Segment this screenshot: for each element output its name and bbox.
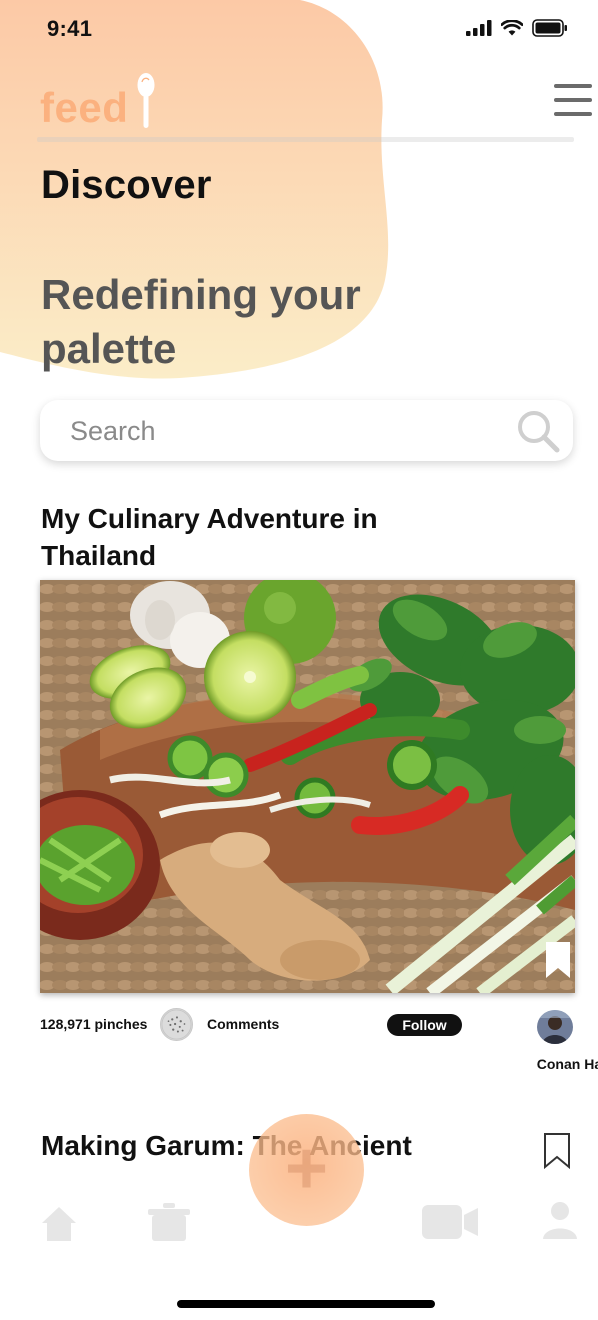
header-divider [37,137,574,142]
wifi-icon [501,20,523,36]
battery-icon [532,19,567,37]
author-name[interactable]: Conan Harr [492,1056,598,1072]
post-title[interactable]: My Culinary Adventure in Thailand [41,500,461,574]
bookmark-icon[interactable] [546,942,570,978]
spoon-icon [137,73,155,128]
tagline: Redefining your palette [41,271,361,372]
menu-line [554,98,592,102]
search-bar[interactable]: Search [40,400,573,461]
add-icon: + [284,1126,329,1210]
profile-icon[interactable] [542,1201,578,1239]
search-input[interactable]: Search [70,416,156,447]
status-icons [466,19,568,37]
logo-text: feed [40,84,129,131]
page-title: Discover [41,163,212,207]
signal-icon [466,20,492,36]
menu-line [554,112,592,116]
hamburger-menu-icon[interactable] [554,84,592,118]
avatar[interactable] [537,1010,573,1044]
home-indicator [177,1300,435,1308]
pot-icon[interactable] [148,1201,190,1241]
pinch-count: 128,971 pinches [40,1016,148,1032]
status-bar: 9:41 [0,0,598,60]
post-stats-row: 128,971 pinches Comments Follow Conan Ha… [40,1008,598,1072]
add-button[interactable]: + [249,1114,364,1226]
bookmark-icon[interactable] [543,1132,571,1170]
video-camera-icon[interactable] [422,1205,478,1239]
pinch-icon[interactable] [160,1008,193,1041]
comments-link[interactable]: Comments [207,1016,279,1032]
food-photo [40,580,575,993]
menu-line [554,84,592,88]
status-time: 9:41 [47,16,93,41]
follow-button[interactable]: Follow [387,1014,462,1036]
feed-logo: feed [40,70,156,134]
post-image[interactable] [40,580,575,993]
search-icon[interactable] [515,408,561,454]
home-icon[interactable] [40,1205,78,1241]
